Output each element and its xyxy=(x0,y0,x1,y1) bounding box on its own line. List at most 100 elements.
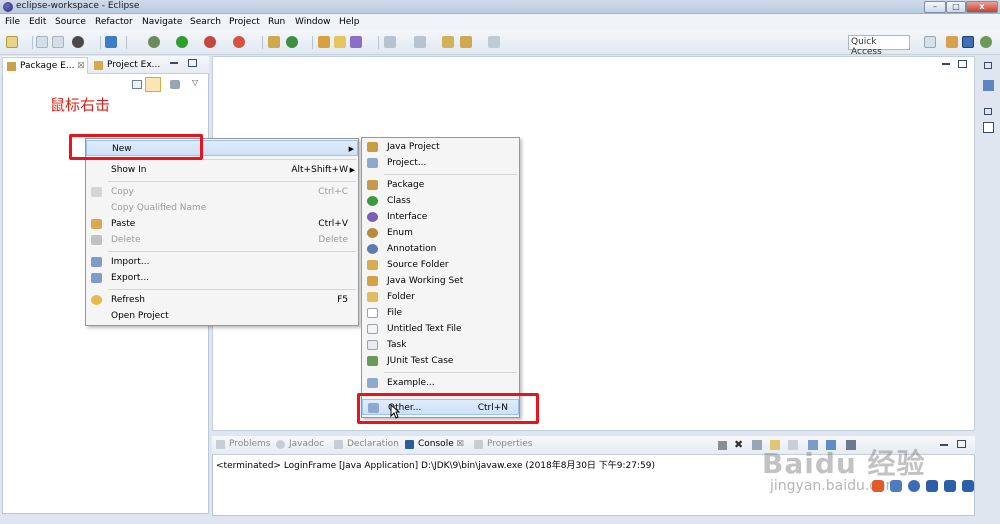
forward-icon[interactable] xyxy=(488,36,500,48)
eclipse-app-icon xyxy=(3,2,13,12)
collapse-all-icon[interactable] xyxy=(132,80,142,89)
refresh-icon xyxy=(91,295,102,305)
menu-item-paste[interactable]: Paste Ctrl+V xyxy=(86,216,358,232)
minimize-view-icon[interactable] xyxy=(170,62,178,64)
text-file-icon xyxy=(367,324,378,334)
debug-perspective-switch-icon[interactable] xyxy=(980,36,992,48)
package-icon xyxy=(367,180,378,190)
example-icon xyxy=(367,378,378,388)
new-untitled-text-file-item[interactable]: Untitled Text File xyxy=(362,321,519,337)
close-console-icon[interactable]: ☒ xyxy=(457,439,464,448)
menu-item-show-in[interactable]: Show In Alt+Shift+W ▶ xyxy=(86,162,358,178)
new-java-project-icon[interactable] xyxy=(268,36,280,48)
new-class-item[interactable]: Class xyxy=(362,193,519,209)
close-tab-icon[interactable]: ☒ xyxy=(77,61,84,70)
menu-item-copy-qualified-name[interactable]: Copy Qualified Name xyxy=(86,200,358,216)
maximize-button[interactable]: □ xyxy=(946,1,966,13)
restore-2-icon[interactable] xyxy=(984,108,992,115)
tab-project-explorer[interactable]: Project Ex... xyxy=(90,57,162,74)
save-icon[interactable] xyxy=(36,36,48,48)
new-annotation-item[interactable]: Annotation xyxy=(362,241,519,257)
menu-window[interactable]: Window xyxy=(295,17,331,27)
javadoc-icon xyxy=(276,440,285,449)
new-working-set-item[interactable]: Java Working Set xyxy=(362,273,519,289)
menu-item-delete[interactable]: Delete Delete xyxy=(86,232,358,248)
last-edit-icon[interactable] xyxy=(442,36,454,48)
minimize-button[interactable]: – xyxy=(924,1,946,13)
menu-edit[interactable]: Edit xyxy=(29,17,46,27)
new-example-item[interactable]: Example... xyxy=(362,375,519,391)
console-output-line: <terminated> LoginFrame [Java Applicatio… xyxy=(216,461,656,471)
menu-help[interactable]: Help xyxy=(339,17,360,27)
working-set-icon xyxy=(367,276,378,286)
run-external-icon[interactable] xyxy=(204,36,216,48)
menu-search[interactable]: Search xyxy=(190,17,221,27)
focus-workset-icon[interactable] xyxy=(170,80,180,89)
maximize-editor-icon[interactable] xyxy=(958,60,967,68)
menu-item-refresh[interactable]: Refresh F5 xyxy=(86,292,358,308)
tab-package-explorer[interactable]: Package E... ☒ xyxy=(2,57,88,74)
open-type-icon[interactable] xyxy=(318,36,330,48)
save-all-icon[interactable] xyxy=(52,36,64,48)
new-interface-item[interactable]: Interface xyxy=(362,209,519,225)
new-enum-item[interactable]: Enum xyxy=(362,225,519,241)
open-perspective-icon[interactable] xyxy=(924,36,936,48)
prev-annotation-icon[interactable] xyxy=(414,36,426,48)
menu-item-import[interactable]: Import... xyxy=(86,254,358,270)
new-wizard-icon[interactable] xyxy=(6,36,18,48)
menu-item-copy[interactable]: Copy Ctrl+C xyxy=(86,184,358,200)
link-with-editor-icon[interactable] xyxy=(145,77,161,92)
terminate-icon[interactable] xyxy=(718,441,727,450)
quick-access-input[interactable]: Quick Access xyxy=(848,35,910,57)
menu-refactor[interactable]: Refactor xyxy=(95,17,133,27)
run-icon[interactable] xyxy=(176,36,188,48)
console-icon[interactable] xyxy=(105,36,117,48)
menu-item-export[interactable]: Export... xyxy=(86,270,358,286)
task-list-icon[interactable] xyxy=(983,122,994,133)
remove-launch-icon[interactable]: ✖ xyxy=(734,438,743,451)
class-icon xyxy=(367,196,378,206)
menu-run[interactable]: Run xyxy=(268,17,285,27)
debug-icon[interactable] xyxy=(148,36,160,48)
coverage-icon[interactable] xyxy=(233,36,245,48)
new-junit-test-case-item[interactable]: JUnit Test Case xyxy=(362,353,519,369)
new-package-item[interactable]: Package xyxy=(362,177,519,193)
debug-perspective-icon[interactable] xyxy=(72,36,84,48)
tab-problems[interactable]: Problems xyxy=(216,439,270,449)
new-folder-item[interactable]: Folder xyxy=(362,289,519,305)
tab-properties[interactable]: Properties xyxy=(474,439,532,449)
menu-file[interactable]: File xyxy=(5,17,20,27)
minimize-editor-icon[interactable] xyxy=(942,63,950,65)
java-ee-perspective-icon[interactable] xyxy=(946,36,958,48)
menu-item-open-project[interactable]: Open Project xyxy=(86,308,358,324)
new-java-project-item[interactable]: Java Project xyxy=(362,139,519,155)
new-submenu: Java Project Project... Package Class In… xyxy=(361,137,520,418)
open-folder-icon[interactable] xyxy=(334,36,346,48)
delete-icon xyxy=(91,235,102,245)
new-task-item[interactable]: Task xyxy=(362,337,519,353)
java-perspective-icon[interactable] xyxy=(962,36,974,48)
outline-icon[interactable] xyxy=(983,80,994,91)
search-tool-icon[interactable] xyxy=(350,36,362,48)
back-icon[interactable] xyxy=(460,36,472,48)
enum-icon xyxy=(367,228,378,238)
new-file-item[interactable]: File xyxy=(362,305,519,321)
tab-declaration[interactable]: Declaration xyxy=(334,439,399,449)
paste-icon xyxy=(91,219,102,229)
menu-source[interactable]: Source xyxy=(55,17,86,27)
restore-icon[interactable] xyxy=(984,62,992,69)
annotation-nav-icon[interactable] xyxy=(384,36,396,48)
properties-icon xyxy=(474,440,483,449)
new-project-item[interactable]: Project... xyxy=(362,155,519,171)
menu-project[interactable]: Project xyxy=(229,17,260,27)
new-source-folder-item[interactable]: Source Folder xyxy=(362,257,519,273)
menu-navigate[interactable]: Navigate xyxy=(142,17,182,27)
close-window-button[interactable]: x xyxy=(966,1,998,13)
maximize-view-icon[interactable] xyxy=(188,59,197,67)
new-class-icon[interactable] xyxy=(286,36,298,48)
tab-javadoc[interactable]: Javadoc xyxy=(276,439,324,449)
tab-console[interactable]: Console ☒ xyxy=(405,439,464,449)
view-menu-chevron-icon[interactable]: ▽ xyxy=(192,78,198,87)
highlight-other-box xyxy=(357,393,539,424)
context-menu: New ▶ Show In Alt+Shift+W ▶ Copy Ctrl+C Copy… xyxy=(85,138,359,326)
